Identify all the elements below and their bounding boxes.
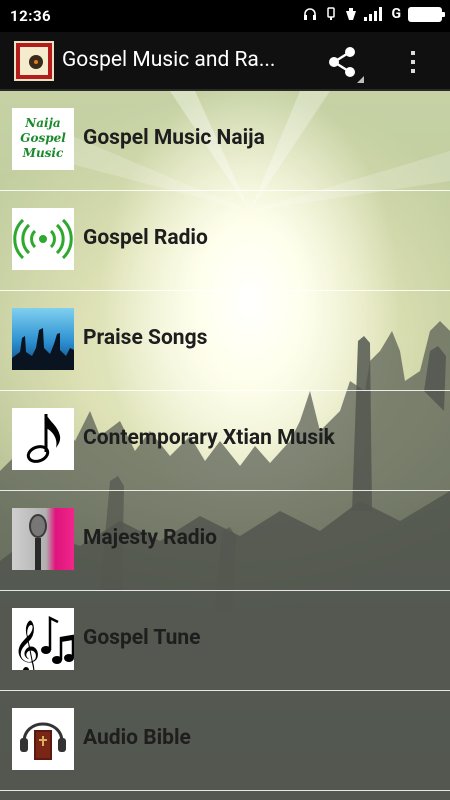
mute-icon (346, 8, 357, 20)
share-icon (329, 47, 355, 77)
headphone-icon (304, 8, 317, 20)
svg-text:𝄞: 𝄞 (13, 619, 40, 670)
list-item-gospel-music-naija[interactable]: Naija Gospel Music Gospel Music Naija (0, 91, 450, 191)
logo-text-line: Gospel (20, 131, 66, 145)
list-item-label: Contemporary Xtian Musik (83, 426, 335, 450)
list-item-label: Gospel Music Naija (83, 126, 265, 150)
list-item-majesty-radio[interactable]: Majesty Radio (0, 491, 450, 591)
treble-clef-notes-icon: 𝄞 (12, 608, 74, 670)
status-time: 12:36 (10, 7, 52, 25)
naija-gospel-music-logo: Naija Gospel Music (12, 108, 74, 170)
microphone-thumbnail (12, 508, 74, 570)
app-logo-icon (14, 41, 54, 81)
list-item-praise-songs[interactable]: Praise Songs (0, 291, 450, 391)
overflow-menu-button[interactable] (403, 46, 423, 76)
share-button[interactable] (326, 45, 364, 83)
alarm-icon (327, 7, 336, 20)
status-icons: G (303, 6, 445, 22)
signal-icon (364, 7, 383, 21)
logo-text-line: Naija (25, 116, 61, 130)
bible-headphones-thumbnail (12, 708, 74, 770)
list-item-label: Majesty Radio (83, 526, 218, 550)
music-note-icon (12, 408, 74, 470)
list-item-contemporary-xtian-musik[interactable]: Contemporary Xtian Musik (0, 391, 450, 491)
radio-broadcast-icon (12, 208, 74, 270)
list-item-audio-bible[interactable]: Audio Bible (0, 691, 450, 791)
logo-text-line: Music (22, 146, 64, 160)
action-bar: Gospel Music and Ra... (0, 32, 450, 91)
list-item-gospel-radio[interactable]: Gospel Radio (0, 191, 450, 291)
battery-icon (408, 6, 445, 22)
menu-list: Naija Gospel Music Gospel Music Naija Go… (0, 91, 450, 791)
list-item-label: Gospel Tune (83, 626, 201, 650)
list-item-label: Audio Bible (83, 726, 191, 750)
worship-crowd-thumbnail (12, 308, 74, 370)
network-type-label: G (391, 6, 401, 22)
content-area: Naija Gospel Music Gospel Music Naija Go… (0, 91, 450, 800)
list-item-label: Praise Songs (83, 326, 208, 350)
list-item-label: Gospel Radio (83, 226, 208, 250)
app-title: Gospel Music and Ra... (62, 48, 276, 72)
list-item-gospel-tune[interactable]: 𝄞 Gospel Tune (0, 591, 450, 691)
status-bar: 12:36 G (0, 0, 450, 32)
